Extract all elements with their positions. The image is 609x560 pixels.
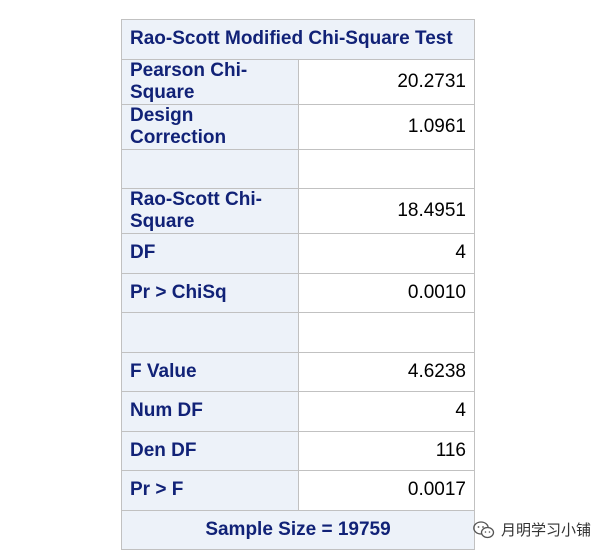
table-row: DF 4 [121, 233, 475, 274]
table-row: Den DF 116 [121, 430, 475, 471]
rao-scott-table: Rao-Scott Modified Chi-Square Test Pears… [121, 19, 475, 550]
wechat-icon [473, 520, 495, 539]
watermark: 月明学习小铺 [473, 519, 591, 540]
table-footer-row: Sample Size = 19759 [121, 509, 475, 550]
row-value: 1.0961 [297, 103, 475, 150]
table-row: F Value 4.6238 [121, 351, 475, 392]
table-row: Rao-Scott Chi-Square 18.4951 [121, 188, 475, 234]
table-row: Design Correction 1.0961 [121, 103, 475, 150]
row-value: 0.0017 [297, 470, 475, 511]
table-title-row: Rao-Scott Modified Chi-Square Test [121, 19, 475, 60]
row-label: Den DF [121, 430, 299, 471]
watermark-text: 月明学习小铺 [500, 521, 591, 539]
row-label [121, 312, 299, 353]
row-label: Rao-Scott Chi-Square [121, 188, 299, 234]
table-row: Pearson Chi-Square 20.2731 [121, 58, 475, 105]
sample-size-footer: Sample Size = 19759 [121, 509, 475, 550]
row-label: DF [121, 233, 299, 274]
row-value: 4.6238 [297, 351, 475, 392]
table-row: Pr > F 0.0017 [121, 470, 475, 511]
table-row-empty [121, 148, 475, 189]
row-label: Num DF [121, 391, 299, 432]
row-label: Pearson Chi-Square [121, 58, 299, 105]
row-value: 116 [297, 430, 475, 471]
row-value [297, 148, 475, 189]
row-label [121, 148, 299, 189]
row-label: Pr > F [121, 470, 299, 511]
table-row: Pr > ChiSq 0.0010 [121, 272, 475, 313]
table-row: Num DF 4 [121, 391, 475, 432]
row-label: Design Correction [121, 103, 299, 150]
row-label: Pr > ChiSq [121, 272, 299, 313]
row-value: 4 [297, 233, 475, 274]
row-value [297, 312, 475, 353]
row-label: F Value [121, 351, 299, 392]
row-value: 0.0010 [297, 272, 475, 313]
row-value: 18.4951 [297, 188, 475, 234]
row-value: 20.2731 [297, 58, 475, 105]
table-row-empty [121, 312, 475, 353]
table-title: Rao-Scott Modified Chi-Square Test [121, 19, 475, 60]
row-value: 4 [297, 391, 475, 432]
